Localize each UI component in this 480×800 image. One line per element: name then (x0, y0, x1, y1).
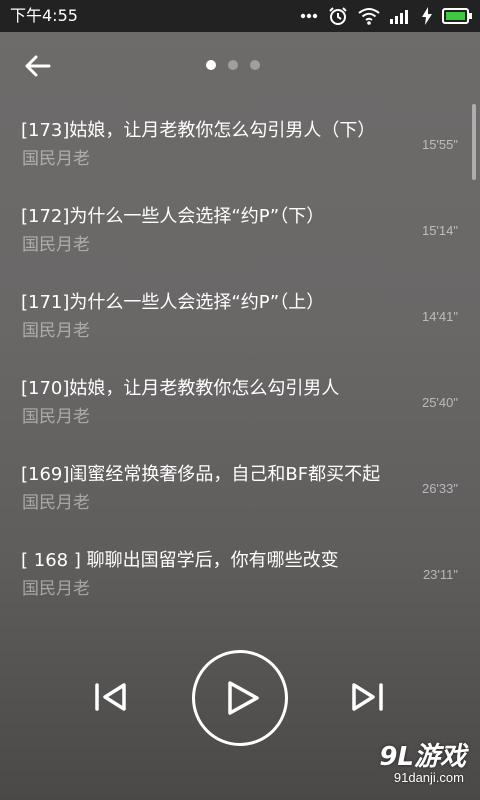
play-icon (228, 681, 259, 715)
episode-duration: 14'41" (421, 309, 458, 324)
previous-button[interactable] (92, 680, 130, 714)
episode-duration: 15'55" (421, 137, 458, 152)
episode-item[interactable]: [170]姑娘，让月老教教你怎么勾引男人 国民月老 25'40" (0, 358, 480, 444)
charging-icon (422, 7, 432, 25)
episode-item[interactable]: [171]为什么一些人会选择“约P”（上） 国民月老 14'41" (0, 272, 480, 358)
signal-icon (390, 8, 412, 24)
watermark: 9L游戏 91danji.com (366, 736, 466, 794)
page-indicator (206, 60, 260, 70)
watermark-logo: 9L游戏 (379, 742, 466, 772)
wifi-icon (358, 7, 380, 25)
episode-title: [170]姑娘，让月老教教你怎么勾引男人 (21, 378, 340, 399)
episode-title: [ 168 ] 聊聊出国留学后，你有哪些改变 (21, 550, 339, 571)
skip-previous-icon (95, 683, 126, 711)
episode-duration: 25'40" (421, 395, 458, 410)
episode-author: 国民月老 (22, 235, 90, 255)
episode-duration: 26'33" (421, 481, 458, 496)
episode-title: [171]为什么一些人会选择“约P”（上） (21, 292, 325, 313)
skip-next-icon (352, 683, 383, 711)
back-button[interactable] (20, 50, 56, 82)
episode-author: 国民月老 (22, 579, 90, 599)
episode-title: [172]为什么一些人会选择“约P”（下） (21, 206, 325, 227)
back-arrow-icon (25, 55, 51, 77)
next-button[interactable] (348, 680, 386, 714)
episode-title: [169]闺蜜经常换奢侈品，自己和BF都买不起 (21, 464, 381, 485)
more-dots-icon (300, 13, 318, 19)
page-dot-2[interactable] (228, 60, 238, 70)
episode-title: [173]姑娘，让月老教你怎么勾引男人（下） (21, 120, 376, 141)
status-bar: 下午4:55 (0, 0, 480, 32)
status-icons (300, 6, 472, 26)
episode-item[interactable]: [169]闺蜜经常换奢侈品，自己和BF都买不起 国民月老 26'33" (0, 444, 480, 530)
episode-duration: 15'14" (421, 223, 458, 238)
episode-item[interactable]: [172]为什么一些人会选择“约P”（下） 国民月老 15'14" (0, 186, 480, 272)
episode-duration: 23'11" (422, 567, 458, 582)
play-button[interactable] (192, 650, 288, 746)
alarm-icon (328, 6, 348, 26)
page-dot-1[interactable] (206, 60, 216, 70)
episode-item[interactable]: [ 168 ] 聊聊出国留学后，你有哪些改变 国民月老 23'11" (0, 530, 480, 616)
battery-icon (442, 8, 472, 24)
page-dot-3[interactable] (250, 60, 260, 70)
episode-author: 国民月老 (22, 149, 90, 169)
episode-author: 国民月老 (22, 407, 90, 427)
list-scrollbar[interactable] (472, 104, 476, 180)
episode-author: 国民月老 (22, 321, 90, 341)
watermark-url: 91danji.com (393, 770, 464, 785)
episode-item[interactable]: [173]姑娘，让月老教你怎么勾引男人（下） 国民月老 15'55" (0, 100, 480, 186)
status-time: 下午4:55 (10, 6, 78, 25)
episode-author: 国民月老 (22, 493, 90, 513)
